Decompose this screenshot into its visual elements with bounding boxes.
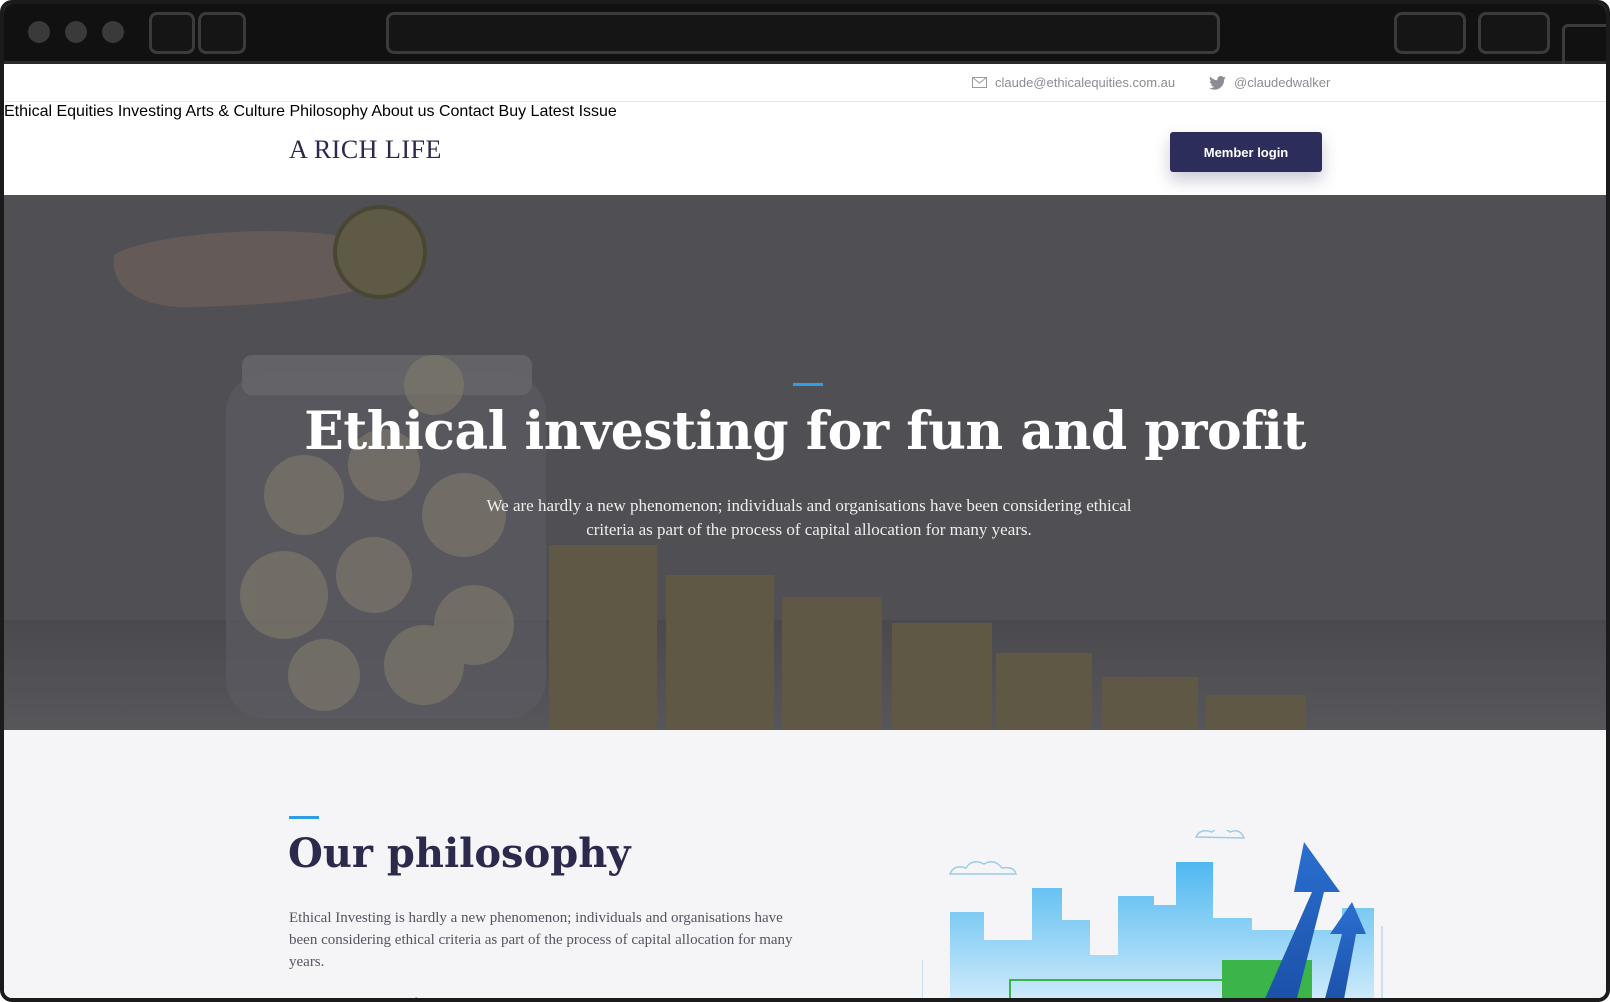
philosophy-paragraph-2: Indeed, the history of ethical investing… [289, 993, 799, 998]
window-minimize-dot[interactable] [65, 21, 87, 43]
hero-accent-line [793, 383, 823, 386]
coin-jar-illustration [113, 205, 1306, 730]
forward-button[interactable] [198, 12, 246, 54]
nav-item-about-us[interactable]: About us [371, 103, 434, 120]
toolbar-button[interactable] [1394, 12, 1466, 54]
hero-banner: Ethical investing for fun and profit We … [4, 195, 1606, 730]
mail-icon [972, 77, 987, 88]
top-contact-bar: claude@ethicalequities.com.au @claudedwa… [4, 64, 1606, 102]
email-text: claude@ethicalequities.com.au [995, 75, 1176, 90]
city-growth-illustration [922, 830, 1383, 998]
main-navigation: A RICH LIFE Ethical Equities Investing A… [4, 103, 1606, 195]
nav-item-philosophy[interactable]: Philosophy [289, 103, 367, 120]
nav-item-ethical-equities-investing[interactable]: Ethical Equities Investing [4, 103, 182, 120]
nav-item-contact[interactable]: Contact [439, 103, 494, 120]
twitter-icon [1209, 75, 1226, 90]
hero-title: Ethical investing for fun and profit [304, 401, 1306, 462]
site-logo[interactable]: A RICH LIFE [289, 135, 442, 165]
email-link[interactable]: claude@ethicalequities.com.au [972, 75, 1175, 90]
window-corner [1562, 24, 1606, 64]
browser-window: claude@ethicalequities.com.au @claudedwa… [0, 0, 1610, 1002]
window-close-dot[interactable] [28, 21, 50, 43]
window-maximize-dot[interactable] [102, 21, 124, 43]
nav-item-arts-culture[interactable]: Arts & Culture [185, 103, 285, 120]
back-button[interactable] [149, 12, 195, 54]
twitter-link[interactable]: @claudedwalker [1209, 75, 1330, 90]
member-login-button[interactable]: Member login [1170, 132, 1322, 172]
philosophy-paragraph: Ethical Investing is hardly a new phenom… [289, 910, 793, 970]
address-bar[interactable] [386, 12, 1220, 54]
toolbar-button[interactable] [1478, 12, 1550, 54]
section-accent-line [289, 816, 319, 819]
hero-subtitle: We are hardly a new phenomenon; individu… [486, 496, 1132, 539]
twitter-handle: @claudedwalker [1234, 75, 1331, 90]
browser-chrome [4, 4, 1606, 64]
philosophy-title: Our philosophy [288, 830, 631, 877]
nav-item-buy-latest-issue[interactable]: Buy Latest Issue [499, 103, 617, 120]
philosophy-section: Our philosophy Ethical Investing is hard… [4, 730, 1606, 998]
